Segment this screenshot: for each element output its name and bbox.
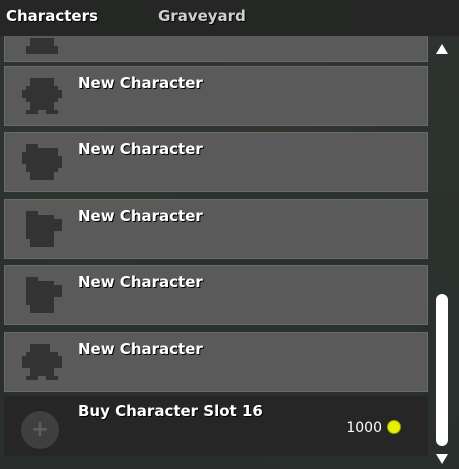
character-name: New Character	[78, 140, 203, 158]
scrollbar-thumb[interactable]	[436, 294, 448, 446]
character-name: New Character	[78, 74, 203, 92]
tab-characters[interactable]: Characters	[6, 7, 98, 25]
character-slot[interactable]: New Character	[4, 66, 428, 126]
scrollbar[interactable]	[434, 44, 450, 464]
buy-slot-label: Buy Character Slot 16	[78, 402, 263, 420]
character-portrait-icon	[26, 38, 58, 54]
character-portrait-icon	[26, 277, 62, 313]
plus-icon: +	[21, 411, 59, 449]
character-name: New Character	[78, 340, 203, 358]
character-list: New Character New Character New Characte…	[4, 36, 428, 469]
gold-coin-icon	[388, 421, 400, 433]
character-portrait-icon	[22, 344, 62, 380]
tab-bar: Characters Graveyard	[0, 0, 459, 36]
character-name: New Character	[78, 273, 203, 291]
character-name: New Character	[78, 207, 203, 225]
tab-graveyard[interactable]: Graveyard	[158, 7, 246, 25]
character-slot[interactable]: New Character	[4, 332, 428, 392]
character-slot[interactable]: New Character	[4, 199, 428, 259]
buy-character-slot-button[interactable]: + Buy Character Slot 16 1000	[4, 396, 428, 456]
price-label: 1000	[346, 420, 382, 436]
character-portrait-icon	[22, 144, 62, 180]
character-portrait-icon	[26, 211, 62, 247]
arrow-down-icon[interactable]	[436, 454, 448, 464]
character-select-panel: Characters Graveyard New Character New C…	[0, 0, 459, 469]
character-portrait-icon	[22, 78, 62, 114]
character-slot[interactable]	[4, 36, 428, 62]
character-slot[interactable]: New Character	[4, 265, 428, 325]
character-slot[interactable]: New Character	[4, 132, 428, 192]
arrow-up-icon[interactable]	[436, 44, 448, 54]
